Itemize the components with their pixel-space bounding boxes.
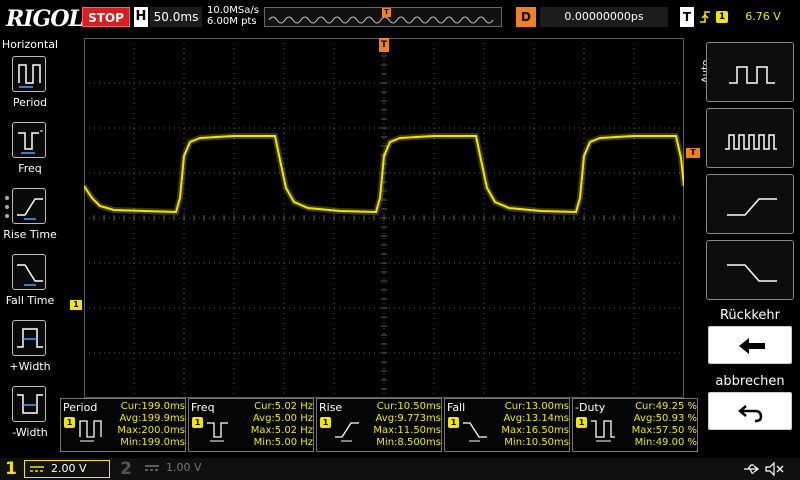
menu-item-negative-width[interactable]: -Width: [0, 386, 60, 448]
usb-icon: [744, 464, 760, 474]
cancel-label: abbrechen: [715, 374, 785, 389]
freq-icon: [12, 122, 46, 158]
measurement-neg-duty[interactable]: -Duty 1 Cur:49.25 % Avg:50.93 % Max:57.50 …: [572, 398, 698, 452]
horizontal-measure-menu: Horizontal Period Freq Rise Time Fall Ti…: [0, 38, 60, 458]
measurement-values: Cur:49.25 % Avg:50.93 % Max:57.50 % Min:49.…: [631, 401, 697, 448]
measurement-name: Rise: [319, 401, 343, 414]
fall-time-icon: [12, 254, 46, 290]
dc-coupling-icon: [145, 465, 159, 471]
trigger-type-menu: Auto Rückkehr abbrechen: [698, 38, 800, 458]
measurement-freq[interactable]: Freq 1 Cur:5.02 Hz Avg:5.00 Hz Max:5.02 Hz…: [188, 398, 314, 452]
memory-depth: 6.00M pts: [207, 16, 257, 27]
menu-item-period[interactable]: Period: [0, 56, 60, 118]
horizontal-label: H: [134, 7, 148, 27]
measurement-values: Cur:199.0ms Avg:199.9ms Max:200.0ms Min:199…: [117, 401, 185, 448]
overview-trigger-marker: T: [382, 8, 391, 17]
top-status-bar: RIGOL STOP H 50.0ms 10.0MSa/s 6.00M pts …: [0, 0, 800, 38]
pos-width-icon: [12, 320, 46, 356]
trigger-level-value[interactable]: 6.76 V: [732, 7, 794, 27]
menu-item-label: Rise Time: [3, 228, 57, 241]
menu-item-label: Fall Time: [5, 294, 55, 307]
trigger-source-badge: 1: [716, 11, 728, 23]
rising-ramp-icon: [727, 198, 777, 216]
fall-time-icon: [463, 422, 487, 442]
pulse-train-button[interactable]: [706, 108, 794, 168]
ch1-number[interactable]: 1: [0, 458, 22, 480]
measurement-channel-badge: 1: [576, 417, 587, 428]
neg-width-icon: [12, 386, 46, 422]
channel-status-bar: 1 2.00 V 2 1.00 V: [0, 458, 800, 480]
menu-item-fall-time[interactable]: Fall Time: [0, 254, 60, 316]
measurement-period[interactable]: Period 1 Cur:199.0ms Avg:199.9ms Max:200.0…: [60, 398, 186, 452]
rising-edge-icon: [698, 7, 712, 27]
ch2-scale: 1.00 V: [166, 461, 202, 474]
undo-icon: [738, 405, 763, 423]
dc-coupling-icon: [30, 466, 44, 472]
measurement-fall[interactable]: Fall 1 Cur:13.00ms Avg:13.14ms Max:16.50ms…: [444, 398, 570, 452]
measurement-values: Cur:10.50ms Avg:9.773ms Max:11.50ms Min:8.5…: [373, 401, 441, 448]
cancel-button[interactable]: [708, 392, 792, 430]
trigger-position-marker[interactable]: T: [379, 38, 389, 52]
ch1-scale: 2.00 V: [51, 462, 87, 475]
speaker-muted-icon[interactable]: [764, 461, 786, 477]
ch1-settings[interactable]: 2.00 V: [24, 460, 110, 478]
measurement-channel-badge: 1: [320, 417, 331, 428]
delay-label: D: [516, 7, 536, 27]
ch1-offset-marker[interactable]: 1: [70, 300, 82, 310]
pulse-train-icon: [725, 134, 777, 150]
trigger-label: T: [680, 7, 694, 27]
neg-duty-icon: [591, 420, 615, 442]
menu-item-freq[interactable]: Freq: [0, 122, 60, 184]
measurement-results: Period 1 Cur:199.0ms Avg:199.9ms Max:200.0…: [60, 398, 698, 452]
period-icon: [12, 56, 46, 92]
graticule: [81, 37, 687, 399]
menu-item-label: -Width: [12, 426, 48, 439]
measurement-values: Cur:13.00ms Avg:13.14ms Max:16.50ms Min:10.…: [501, 401, 569, 448]
square-wave-icon: [729, 66, 775, 84]
measurement-name: Fall: [447, 401, 466, 414]
rise-time-icon: [335, 422, 359, 442]
back-label: Rückkehr: [719, 308, 780, 323]
arrow-left-icon: [739, 338, 765, 354]
rise-time-icon: [12, 188, 46, 224]
measurement-name: -Duty: [575, 401, 606, 414]
delay-value[interactable]: 0.00000000ps: [540, 7, 668, 27]
measurement-values: Cur:5.02 Hz Avg:5.00 Hz Max:5.02 Hz Min:5.0…: [250, 401, 313, 448]
menu-item-label: +Width: [9, 360, 51, 373]
measurement-channel-badge: 1: [448, 417, 459, 428]
falling-edge-button[interactable]: [706, 240, 794, 300]
menu-item-rise-time[interactable]: Rise Time: [0, 188, 60, 250]
back-button[interactable]: [708, 326, 792, 364]
ch2-number[interactable]: 2: [116, 458, 136, 480]
falling-ramp-icon: [727, 264, 777, 282]
ch1-waveform-glow: [81, 133, 687, 216]
sample-rate: 10.0MSa/s: [207, 5, 259, 16]
measurement-channel-badge: 1: [64, 417, 75, 428]
measurement-name: Freq: [191, 401, 215, 414]
memory-overview-bar[interactable]: T: [264, 7, 502, 27]
rising-edge-button[interactable]: [706, 174, 794, 234]
measurement-rise[interactable]: Rise 1 Cur:10.50ms Avg:9.773ms Max:11.50ms…: [316, 398, 442, 452]
measurement-channel-badge: 1: [192, 417, 203, 428]
acquisition-info: 10.0MSa/s 6.00M pts: [207, 5, 259, 27]
menu-title: Horizontal: [1, 38, 59, 51]
square-wave-button[interactable]: [706, 42, 794, 102]
timebase-value[interactable]: 50.0ms: [150, 7, 202, 27]
menu-item-label: Freq: [18, 162, 42, 175]
ch2-settings[interactable]: 1.00 V: [140, 460, 216, 478]
waveform-display[interactable]: [81, 37, 687, 399]
menu-item-positive-width[interactable]: +Width: [0, 320, 60, 382]
period-icon: [79, 420, 102, 442]
menu-item-label: Period: [12, 96, 48, 109]
run-stop-button[interactable]: STOP: [82, 7, 130, 27]
measurement-name: Period: [63, 401, 98, 414]
freq-icon: [207, 422, 228, 442]
rigol-logo: RIGOL: [6, 6, 84, 32]
